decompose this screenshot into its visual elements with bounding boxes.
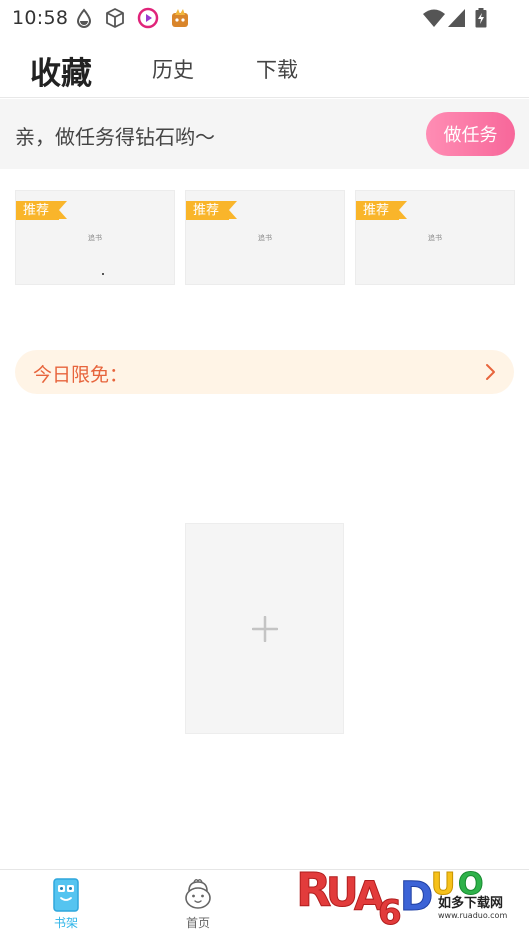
recommend-badge: 推荐 <box>356 201 407 220</box>
recommended-card[interactable]: 推荐 追书 <box>185 190 345 285</box>
recommended-card[interactable]: 推荐 追书 <box>15 190 175 285</box>
watermark-site-name: 如多下载网 <box>438 895 503 911</box>
recommended-book-title: 追书 <box>428 234 442 242</box>
nav-home[interactable]: 首页 <box>168 870 228 940</box>
watermark-url: www.ruaduo.com <box>438 911 507 920</box>
bookshelf-icon <box>53 878 79 912</box>
drop-icon <box>73 7 95 29</box>
tab-favorites[interactable]: 收藏 <box>30 48 92 93</box>
nav-bookshelf-label: 书架 <box>53 916 78 930</box>
recommend-badge: 推荐 <box>186 201 237 220</box>
svg-text:D: D <box>400 874 433 920</box>
tab-downloads[interactable]: 下载 <box>256 54 298 84</box>
watermark-logo: R U A 6 D U O 如多下载网 www.ruaduo.com <box>296 863 507 929</box>
plus-icon <box>252 616 278 642</box>
nav-bookshelf[interactable]: 书架 <box>36 870 96 940</box>
status-bar: 10:58 <box>0 0 529 36</box>
game-app-icon <box>169 7 191 29</box>
status-time: 10:58 <box>12 7 69 29</box>
task-banner-text: 亲，做任务得钻石哟～ <box>15 125 215 149</box>
recommend-badge: 推荐 <box>16 201 67 220</box>
today-free-bar[interactable]: 今日限免： <box>15 350 514 394</box>
add-book-button[interactable] <box>185 523 344 734</box>
today-free-label: 今日限免： <box>33 364 129 386</box>
recommended-book-title: 追书 <box>88 234 102 242</box>
task-banner: 亲，做任务得钻石哟～ 做任务 <box>0 99 529 169</box>
tab-history[interactable]: 历史 <box>152 54 194 84</box>
top-tabs: 收藏 历史 下载 <box>0 36 529 98</box>
recommended-book-title: 追书 <box>258 234 272 242</box>
video-app-icon <box>137 7 159 29</box>
loading-dot <box>102 273 104 275</box>
recommended-card[interactable]: 推荐 追书 <box>355 190 515 285</box>
nav-home-label: 首页 <box>185 916 210 930</box>
do-task-button[interactable]: 做任务 <box>426 112 515 156</box>
wifi-icon <box>423 9 445 27</box>
cell-signal-icon <box>448 9 465 27</box>
svg-text:6: 6 <box>378 893 402 928</box>
chevron-right-icon <box>486 364 495 380</box>
home-face-icon <box>185 879 211 909</box>
cube-icon <box>104 7 126 29</box>
battery-charging-icon <box>475 8 487 28</box>
